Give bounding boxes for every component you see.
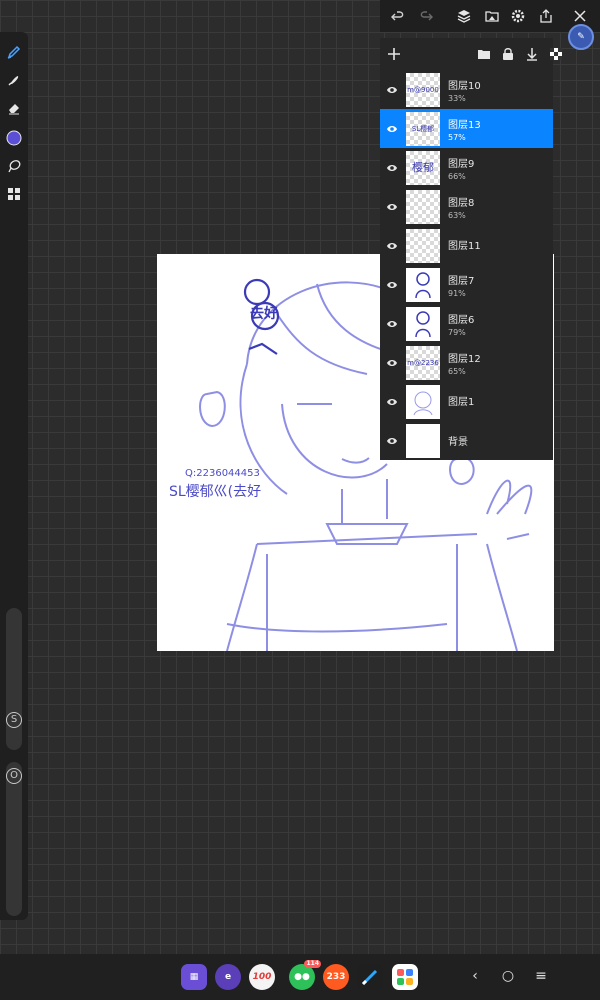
redo-icon[interactable] (416, 6, 436, 26)
layers-icon[interactable] (454, 6, 474, 26)
home-button[interactable]: ○ (498, 966, 518, 986)
layer-name: 图层8 (448, 197, 475, 209)
wechat-app-icon[interactable]: ●● 114 (289, 960, 321, 990)
signature-name: SL樱郁巛(去好 (169, 483, 261, 500)
layer-thumbnail (406, 306, 440, 341)
lock-icon[interactable] (500, 46, 516, 62)
size-label: S (6, 712, 22, 728)
app-233-icon[interactable]: 233 (323, 964, 349, 990)
layer-name: 图层7 (448, 275, 475, 287)
eraser-icon[interactable] (4, 98, 24, 118)
layer-name: 图层6 (448, 314, 475, 326)
brush-icon[interactable] (4, 42, 24, 62)
layers-header (380, 38, 562, 70)
visibility-eye-icon[interactable] (380, 343, 404, 382)
visibility-eye-icon[interactable] (380, 265, 404, 304)
add-layer-icon[interactable] (386, 46, 402, 62)
visibility-eye-icon[interactable] (380, 421, 404, 460)
layer-row[interactable]: 图层8 63% (380, 187, 553, 226)
layer-thumbnail (406, 228, 440, 263)
layer-opacity: 65% (448, 366, 466, 376)
browser-app-icon[interactable]: e (215, 964, 241, 990)
layer-thumbnail (406, 267, 440, 302)
layer-name: 图层11 (448, 241, 481, 252)
layer-opacity: 66% (448, 171, 466, 181)
top-toolbar (380, 0, 600, 32)
visibility-eye-icon[interactable] (380, 304, 404, 343)
layer-row[interactable]: 图层11 (380, 226, 553, 265)
visibility-eye-icon[interactable] (380, 187, 404, 226)
layer-name: 图层13 (448, 119, 481, 131)
layer-row[interactable]: m@9000 图层10 33% (380, 70, 553, 109)
layer-thumbnail: m@2236 (406, 345, 440, 380)
layer-thumbnail: m@9000 (406, 72, 440, 107)
visibility-eye-icon[interactable] (380, 382, 404, 421)
visibility-eye-icon[interactable] (380, 148, 404, 187)
layer-row[interactable]: 图层7 91% (380, 265, 553, 304)
layer-thumbnail (406, 384, 440, 419)
folder-icon[interactable] (476, 46, 492, 62)
layers-panel: m@9000 图层10 33% SL樱郁 图层13 57% 樱郁 图层9 66%… (380, 38, 562, 460)
layer-row[interactable]: 樱郁 图层9 66% (380, 148, 553, 187)
color-swatch[interactable] (4, 128, 24, 148)
layer-name: 图层12 (448, 353, 481, 365)
visibility-eye-icon[interactable] (380, 109, 404, 148)
gallery-icon[interactable] (4, 184, 24, 204)
floating-assistant-icon[interactable]: ✎ (568, 24, 594, 50)
app-100-icon[interactable]: 100 (249, 964, 275, 990)
back-button[interactable]: ‹ (465, 966, 485, 986)
layer-opacity: 63% (448, 210, 466, 220)
layer-name: 图层1 (448, 397, 475, 408)
brush-size-slider[interactable] (6, 608, 22, 750)
layers-list: m@9000 图层10 33% SL樱郁 图层13 57% 樱郁 图层9 66%… (380, 70, 553, 460)
layer-row[interactable]: 图层1 (380, 382, 553, 421)
system-dock: ▦ e 100 ●● 114 233 ‹ ○ ≡ (0, 954, 600, 1000)
layer-row[interactable]: 图层6 79% (380, 304, 553, 343)
layer-opacity: 33% (448, 93, 466, 103)
layer-thumbnail (406, 423, 440, 458)
layer-opacity: 57% (448, 132, 466, 142)
layer-thumbnail: SL樱郁 (406, 111, 440, 146)
import-image-icon[interactable] (482, 6, 502, 26)
layer-opacity: 91% (448, 288, 466, 298)
layer-name: 背景 (448, 437, 468, 448)
share-icon[interactable] (536, 6, 556, 26)
layer-thumbnail (406, 189, 440, 224)
opacity-label: O (6, 768, 22, 784)
merge-down-icon[interactable] (524, 46, 540, 62)
app-drawer-icon[interactable] (392, 964, 418, 990)
transparency-icon[interactable] (548, 46, 564, 62)
left-toolbar: S O (0, 32, 28, 920)
layer-thumbnail: 樱郁 (406, 150, 440, 185)
layer-row[interactable]: m@2236 图层12 65% (380, 343, 553, 382)
visibility-eye-icon[interactable] (380, 226, 404, 265)
layer-name: 图层9 (448, 158, 475, 170)
visibility-eye-icon[interactable] (380, 70, 404, 109)
close-icon[interactable] (570, 6, 590, 26)
signature-qq: Q:2236044453 (185, 468, 260, 479)
layer-name: 图层10 (448, 80, 481, 92)
stamp-text: 去好 (250, 305, 278, 322)
recent-apps-button[interactable]: ≡ (531, 966, 551, 986)
layer-opacity: 79% (448, 327, 466, 337)
layer-row-background[interactable]: 背景 (380, 421, 553, 460)
calculator-app-icon[interactable]: ▦ (181, 964, 207, 990)
settings-icon[interactable] (508, 6, 528, 26)
notification-badge: 114 (304, 960, 321, 968)
lasso-icon[interactable] (4, 156, 24, 176)
drawing-app-icon[interactable] (357, 964, 383, 990)
undo-icon[interactable] (388, 6, 408, 26)
smudge-icon[interactable] (4, 70, 24, 90)
brush-opacity-slider[interactable] (6, 762, 22, 916)
layer-row-selected[interactable]: SL樱郁 图层13 57% (380, 109, 553, 148)
